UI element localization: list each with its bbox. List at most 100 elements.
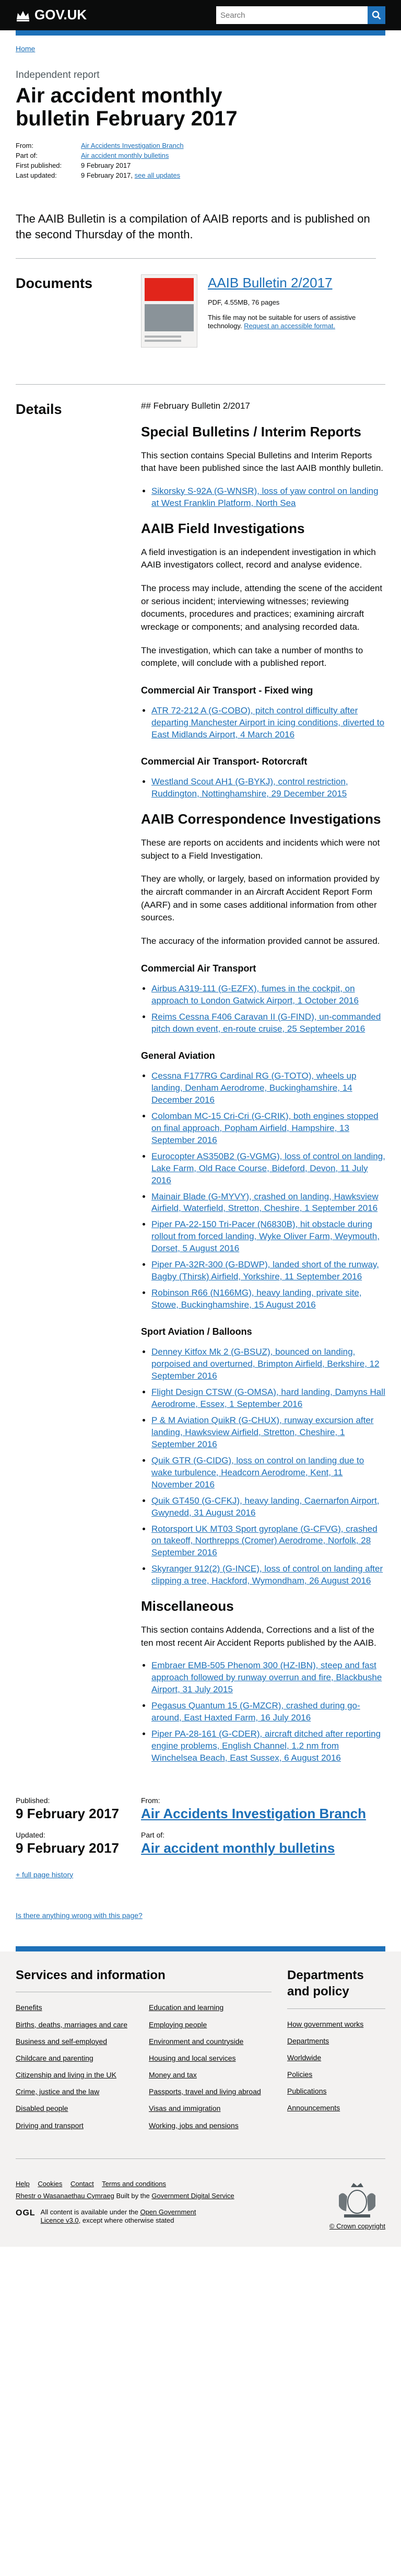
report-link[interactable]: Flight Design CTSW (G-OMSA), hard landin… bbox=[151, 1387, 385, 1409]
published-organisations: From: Air Accidents Investigation Branch… bbox=[141, 1796, 385, 1857]
see-all-updates-link[interactable]: see all updates bbox=[135, 171, 180, 179]
footer-link-how-government-works[interactable]: How government works bbox=[287, 2019, 385, 2029]
footer-link-passports-travel-and-living-abroad[interactable]: Passports, travel and living abroad bbox=[149, 2087, 272, 2096]
footer-link-benefits[interactable]: Benefits bbox=[16, 2003, 138, 2012]
section-paragraph: They are wholly, or largely, based on in… bbox=[141, 874, 380, 923]
published-from-link[interactable]: Air Accidents Investigation Branch bbox=[141, 1806, 366, 1821]
report-link[interactable]: Cessna F177RG Cardinal RG (G-TOTO), whee… bbox=[151, 1071, 356, 1105]
footer-link-housing-and-local-services[interactable]: Housing and local services bbox=[149, 2053, 272, 2063]
details-body: ## February Bulletin 2/2017 Special Bull… bbox=[141, 400, 385, 1775]
breadcrumb: Home bbox=[16, 44, 385, 53]
page-history: + full page history bbox=[16, 1870, 385, 1879]
footer-cookies-link[interactable]: Cookies bbox=[38, 2180, 62, 2188]
report-link[interactable]: ATR 72-212 A (G-COBO), pitch control dif… bbox=[151, 706, 384, 740]
list-item: Embraer EMB-505 Phenom 300 (HZ-IBN), ste… bbox=[151, 1660, 385, 1696]
footer-link-policies[interactable]: Policies bbox=[287, 2070, 385, 2079]
report-link[interactable]: Sikorsky S-92A (G-WNSR), loss of yaw con… bbox=[151, 486, 379, 508]
meta-from-link[interactable]: Air Accidents Investigation Branch bbox=[81, 142, 385, 151]
report-link[interactable]: Denney Kitfox Mk 2 (G-BSUZ), bounced on … bbox=[151, 1347, 380, 1381]
footer-link-working-jobs-and-pensions[interactable]: Working, jobs and pensions bbox=[149, 2121, 272, 2130]
footer-link-citizenship-and-living-in-the-uk[interactable]: Citizenship and living in the UK bbox=[16, 2070, 138, 2080]
footer-link-publications[interactable]: Publications bbox=[287, 2086, 385, 2096]
subsection-heading-commercial-air-transport: Commercial Air Transport bbox=[141, 963, 256, 974]
section-heading-aaib-correspondence-investigations: AAIB Correspondence Investigations bbox=[141, 811, 381, 827]
published-part-link[interactable]: Air accident monthly bulletins bbox=[141, 1840, 335, 1856]
search-icon bbox=[372, 10, 381, 20]
list-item: Rotorsport UK MT03 Sport gyroplane (G-CF… bbox=[151, 1523, 385, 1560]
documents-heading: Documents bbox=[16, 275, 93, 291]
report-link[interactable]: Mainair Blade (G-MYVY), crashed on landi… bbox=[151, 1192, 379, 1214]
footer-link-crime-justice-and-the-law[interactable]: Crime, justice and the law bbox=[16, 2087, 138, 2096]
report-link[interactable]: Quik GT450 (G-CFKJ), heavy landing, Caer… bbox=[151, 1496, 380, 1518]
govuk-logo-link[interactable]: GOV.UK bbox=[16, 6, 87, 24]
documents-section: Documents AAIB Bulletin 2/2017 PDF, 4.55… bbox=[16, 259, 385, 384]
page-caption: Independent report bbox=[16, 70, 100, 81]
search-button[interactable] bbox=[368, 6, 385, 24]
section-paragraph: This section contains Addenda, Correctio… bbox=[141, 1625, 376, 1648]
breadcrumb-home-link[interactable]: Home bbox=[16, 44, 35, 53]
document-accessibility-note: This file may not be suitable for users … bbox=[208, 314, 364, 331]
report-link[interactable]: Airbus A319-111 (G-EZFX), fumes in the c… bbox=[151, 984, 359, 1006]
list-item: Reims Cessna F406 Caravan II (G-FIND), u… bbox=[151, 1011, 385, 1035]
report-link[interactable]: Piper PA-22-150 Tri-Pacer (N6830B), hit … bbox=[151, 1219, 380, 1253]
updated-value: 9 February 2017 bbox=[16, 1840, 120, 1856]
report-link[interactable]: P & M Aviation QuikR (G-CHUX), runway ex… bbox=[151, 1415, 373, 1449]
report-link[interactable]: Quik GTR (G-CIDG), loss on control on la… bbox=[151, 1456, 364, 1489]
report-link[interactable]: Embraer EMB-505 Phenom 300 (HZ-IBN), ste… bbox=[151, 1660, 382, 1694]
report-link[interactable]: Pegasus Quantum 15 (G-MZCR), crashed dur… bbox=[151, 1701, 360, 1723]
footer-meta: Help Cookies Contact Terms and condition… bbox=[16, 2159, 385, 2231]
report-link[interactable]: Westland Scout AH1 (G-BYKJ), control res… bbox=[151, 777, 348, 799]
meta-part-label: Part of: bbox=[16, 151, 38, 159]
document-thumbnail[interactable] bbox=[141, 274, 197, 348]
full-page-history-link[interactable]: + full page history bbox=[16, 1870, 73, 1879]
section-paragraph: This section contains Special Bulletins … bbox=[141, 450, 384, 473]
search-input[interactable] bbox=[216, 6, 368, 24]
footer-help-link[interactable]: Help bbox=[16, 2180, 30, 2188]
crown-icon bbox=[17, 10, 29, 21]
footer-contact-link[interactable]: Contact bbox=[70, 2180, 94, 2188]
report-link[interactable]: Eurocopter AS350B2 (G-VGMG), loss of con… bbox=[151, 1151, 385, 1185]
request-accessible-format-link[interactable]: Request an accessible format. bbox=[244, 322, 335, 330]
footer-link-visas-and-immigration[interactable]: Visas and immigration bbox=[149, 2104, 272, 2113]
footer-link-employing-people[interactable]: Employing people bbox=[149, 2020, 272, 2029]
footer-link-announcements[interactable]: Announcements bbox=[287, 2103, 385, 2112]
footer-link-worldwide[interactable]: Worldwide bbox=[287, 2053, 385, 2062]
policy-column: Departments and policy How government wo… bbox=[272, 1967, 385, 2138]
footer-welsh-link[interactable]: Rhestr o Wasanaethau Cymraeg bbox=[16, 2192, 114, 2200]
footer-link-births-deaths-marriages-and-care[interactable]: Births, deaths, marriages and care bbox=[16, 2020, 138, 2029]
crown-copyright-link[interactable]: © Crown copyright bbox=[329, 2222, 385, 2230]
list-item: Robinson R66 (N166MG), heavy landing, pr… bbox=[151, 1287, 385, 1311]
licence-suffix: , except where otherwise stated bbox=[78, 2216, 174, 2225]
meta-part-link[interactable]: Air accident monthly bulletins bbox=[81, 152, 385, 160]
report-link-list: ATR 72-212 A (G-COBO), pitch control dif… bbox=[151, 705, 385, 741]
footer-link-environment-and-countryside[interactable]: Environment and countryside bbox=[149, 2037, 272, 2046]
footer-link-education-and-learning[interactable]: Education and learning bbox=[149, 2003, 272, 2012]
report-link[interactable]: Piper PA-32R-300 (G-BDWP), landed short … bbox=[151, 1260, 379, 1281]
footer-navigation: Services and information Benefits Educati… bbox=[16, 1967, 385, 2159]
footer-link-disabled-people[interactable]: Disabled people bbox=[16, 2104, 138, 2113]
subsection-heading-general-aviation: General Aviation bbox=[141, 1050, 215, 1061]
report-link[interactable]: Skyranger 912(2) (G-INCE), loss of contr… bbox=[151, 1564, 383, 1586]
licence-text: All content is available under the Open … bbox=[41, 2208, 213, 2226]
report-link[interactable]: Rotorsport UK MT03 Sport gyroplane (G-CF… bbox=[151, 1524, 378, 1558]
footer-terms-link[interactable]: Terms and conditions bbox=[102, 2180, 166, 2188]
report-link[interactable]: Reims Cessna F406 Caravan II (G-FIND), u… bbox=[151, 1012, 381, 1034]
list-item: Denney Kitfox Mk 2 (G-BSUZ), bounced on … bbox=[151, 1346, 385, 1382]
licence-row: OGL All content is available under the O… bbox=[16, 2208, 234, 2226]
report-link[interactable]: Robinson R66 (N166MG), heavy landing, pr… bbox=[151, 1288, 362, 1310]
report-problem: Is there anything wrong with this page? bbox=[16, 1911, 401, 1946]
licence-prefix: All content is available under the bbox=[40, 2208, 138, 2216]
document-title-link[interactable]: AAIB Bulletin 2/2017 bbox=[208, 275, 333, 291]
report-link[interactable]: Colomban MC-15 Cri-Cri (G-CRIK), both en… bbox=[151, 1111, 379, 1145]
footer-link-driving-and-transport[interactable]: Driving and transport bbox=[16, 2121, 138, 2130]
footer-link-money-and-tax[interactable]: Money and tax bbox=[149, 2070, 272, 2080]
footer-link-business-and-self-employed[interactable]: Business and self-employed bbox=[16, 2037, 138, 2046]
report-problem-link[interactable]: Is there anything wrong with this page? bbox=[16, 1911, 143, 1920]
gds-link[interactable]: Government Digital Service bbox=[151, 2192, 234, 2200]
published-dates: Published: 9 February 2017 Updated: 9 Fe… bbox=[16, 1796, 141, 1857]
list-item: ATR 72-212 A (G-COBO), pitch control dif… bbox=[151, 705, 385, 741]
report-link[interactable]: Piper PA-28-161 (G-CDER), aircraft ditch… bbox=[151, 1729, 381, 1763]
built-by-text: Built by the bbox=[116, 2191, 150, 2200]
footer-link-departments[interactable]: Departments bbox=[287, 2036, 385, 2046]
footer-link-childcare-and-parenting[interactable]: Childcare and parenting bbox=[16, 2053, 138, 2063]
